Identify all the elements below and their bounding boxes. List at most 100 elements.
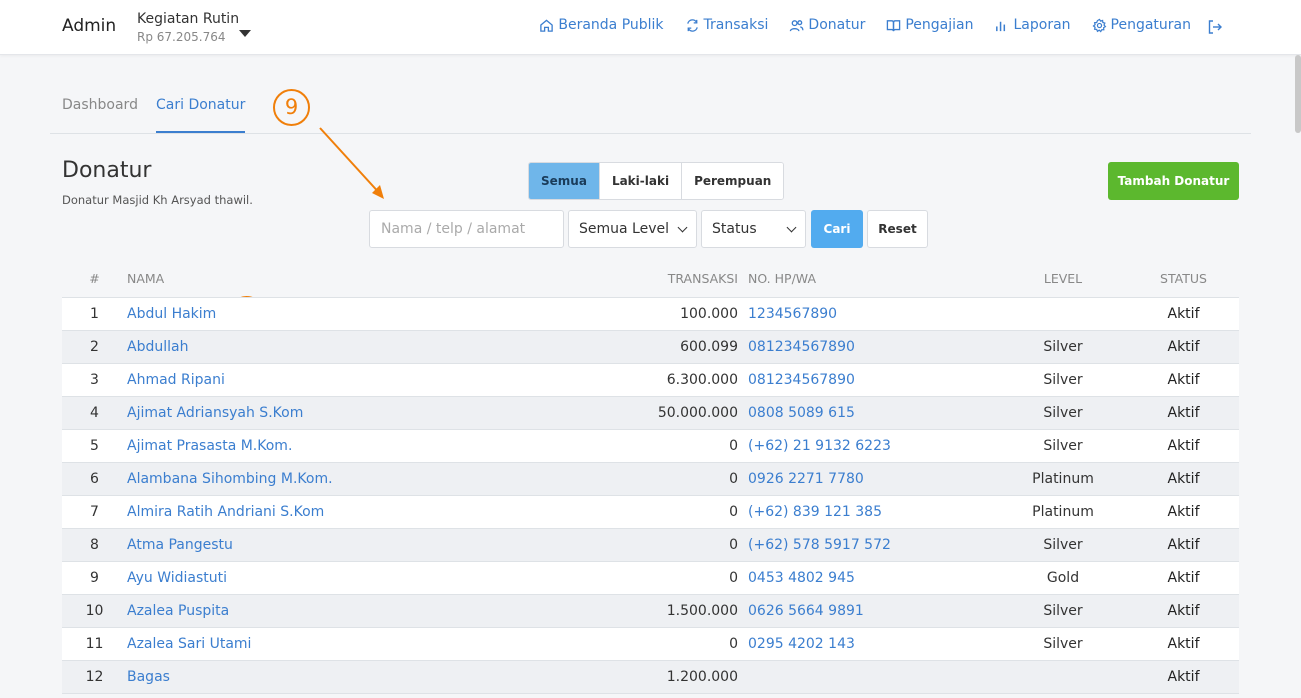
row-number: 1 <box>90 305 99 322</box>
donatur-name-link[interactable]: Abdullah <box>127 339 188 355</box>
nav-label: Beranda Publik <box>558 17 664 33</box>
row-transaksi: 1.500.000 <box>666 602 738 619</box>
org-balance: Rp 67.205.764 <box>137 30 226 44</box>
table-cell: (+62) 578 5917 572 <box>748 528 998 562</box>
phone-link[interactable]: 0926 2271 7780 <box>748 471 864 487</box>
row-transaksi: 600.099 <box>680 338 738 355</box>
phone-link[interactable]: (+62) 839 121 385 <box>748 504 882 520</box>
chevron-down-icon <box>677 222 688 232</box>
filter-laki-laki-button[interactable]: Laki-laki <box>598 163 682 199</box>
table-cell: Aktif <box>1128 396 1239 430</box>
table-row: 7 Almira Ratih Andriani S.Kom 0 (+62) 839 1… <box>62 495 1239 529</box>
row-transaksi: 0 <box>729 470 738 487</box>
donatur-name-link[interactable]: Atma Pangestu <box>127 537 233 553</box>
row-transaksi: 0 <box>729 569 738 586</box>
phone-link[interactable]: (+62) 21 9132 6223 <box>748 438 891 454</box>
nav-label: Donatur <box>808 17 866 33</box>
gear-icon <box>1092 18 1106 32</box>
status-select[interactable]: Status <box>701 210 806 248</box>
filter-semua-button[interactable]: Semua <box>529 163 599 199</box>
table-cell: 10 <box>62 594 127 628</box>
row-number: 12 <box>85 668 104 685</box>
filter-perempuan-button[interactable]: Perempuan <box>681 163 784 199</box>
logout-button[interactable] <box>1207 19 1223 35</box>
org-switcher[interactable]: Kegiatan Rutin Rp 67.205.764 <box>137 10 239 46</box>
donatur-name-link[interactable]: Ahmad Ripani <box>127 372 225 388</box>
table-cell: Aktif <box>1128 363 1239 397</box>
chevron-down-icon <box>786 222 797 232</box>
reset-button[interactable]: Reset <box>867 210 928 248</box>
donatur-name-link[interactable]: Alambana Sihombing M.Kom. <box>127 471 333 487</box>
table-cell: 0 <box>607 462 748 496</box>
nav-laporan[interactable]: Laporan <box>994 17 1071 33</box>
table-row: 2 Abdullah 600.099 081234567890 Silver Aktif <box>62 330 1239 364</box>
table-cell: Ajimat Adriansyah S.Kom <box>127 396 607 430</box>
phone-link[interactable]: (+62) 578 5917 572 <box>748 537 891 553</box>
donatur-table-wrap: # NAMA TRANSAKSI NO. HP/WA LEVEL STATUS … <box>62 260 1239 694</box>
table-cell: 12 <box>62 660 127 694</box>
nav-label: Transaksi <box>703 17 769 33</box>
row-level: Silver <box>1043 338 1083 355</box>
table-cell: 0926 2271 7780 <box>748 462 998 496</box>
table-cell: 100.000 <box>607 297 748 331</box>
table-cell: 1 <box>62 297 127 331</box>
add-donatur-button[interactable]: Tambah Donatur <box>1108 162 1239 200</box>
phone-link[interactable]: 081234567890 <box>748 339 855 355</box>
col-header-transaksi: TRANSAKSI <box>607 260 748 298</box>
phone-link[interactable]: 1234567890 <box>748 306 837 322</box>
donatur-name-link[interactable]: Abdul Hakim <box>127 306 216 322</box>
row-transaksi: 0 <box>729 503 738 520</box>
table-cell: 11 <box>62 627 127 661</box>
search-input[interactable] <box>369 210 564 248</box>
table-cell: Almira Ratih Andriani S.Kom <box>127 495 607 529</box>
row-status: Aktif <box>1167 305 1200 322</box>
phone-link[interactable]: 0808 5089 615 <box>748 405 855 421</box>
table-cell: 5 <box>62 429 127 463</box>
table-cell: Aktif <box>1128 495 1239 529</box>
row-level: Platinum <box>1032 503 1094 520</box>
donatur-name-link[interactable]: Ajimat Adriansyah S.Kom <box>127 405 303 421</box>
row-level: Silver <box>1043 404 1083 421</box>
tab-cari-donatur[interactable]: Cari Donatur <box>156 97 246 133</box>
donatur-name-link[interactable]: Azalea Sari Utami <box>127 636 251 652</box>
brand[interactable]: Admin <box>62 16 116 36</box>
row-status: Aktif <box>1167 602 1200 619</box>
row-status: Aktif <box>1167 635 1200 652</box>
phone-link[interactable]: 081234567890 <box>748 372 855 388</box>
donatur-name-link[interactable]: Ajimat Prasasta M.Kom. <box>127 438 292 454</box>
phone-link[interactable]: 0295 4202 143 <box>748 636 855 652</box>
table-cell: 1.200.000 <box>607 660 748 694</box>
table-cell: Ajimat Prasasta M.Kom. <box>127 429 607 463</box>
caret-down-icon[interactable] <box>239 30 251 37</box>
nav-pengajian[interactable]: Pengajian <box>886 17 973 33</box>
phone-link[interactable]: 0626 5664 9891 <box>748 603 864 619</box>
table-cell: 6.300.000 <box>607 363 748 397</box>
scrollbar-thumb[interactable] <box>1295 55 1301 133</box>
donatur-name-link[interactable]: Almira Ratih Andriani S.Kom <box>127 504 324 520</box>
table-cell: 0 <box>607 528 748 562</box>
table-cell: (+62) 21 9132 6223 <box>748 429 998 463</box>
table-cell: 0 <box>607 495 748 529</box>
nav-beranda-publik[interactable]: Beranda Publik <box>539 17 664 33</box>
table-cell: 0626 5664 9891 <box>748 594 998 628</box>
row-status: Aktif <box>1167 470 1200 487</box>
table-cell: Silver <box>998 396 1128 430</box>
nav-donatur[interactable]: Donatur <box>789 17 865 33</box>
nav-pengaturan[interactable]: Pengaturan <box>1092 17 1191 33</box>
refresh-icon <box>686 18 698 32</box>
level-select[interactable]: Semua Level <box>568 210 697 248</box>
tab-dashboard[interactable]: Dashboard <box>62 97 138 132</box>
search-button[interactable]: Cari <box>811 210 863 248</box>
table-row: 6 Alambana Sihombing M.Kom. 0 0926 2271 778… <box>62 462 1239 496</box>
row-number: 4 <box>90 404 99 421</box>
page-subtitle: Donatur Masjid Kh Arsyad thawil. <box>62 193 253 207</box>
nav-transaksi[interactable]: Transaksi <box>685 17 769 33</box>
donatur-name-link[interactable]: Bagas <box>127 669 170 685</box>
table-cell: 600.099 <box>607 330 748 364</box>
table-cell: Aktif <box>1128 561 1239 595</box>
table-cell: Silver <box>998 528 1128 562</box>
donatur-name-link[interactable]: Azalea Puspita <box>127 603 229 619</box>
col-header-nama: NAMA <box>127 260 607 298</box>
donatur-name-link[interactable]: Ayu Widiastuti <box>127 570 227 586</box>
phone-link[interactable]: 0453 4802 945 <box>748 570 855 586</box>
